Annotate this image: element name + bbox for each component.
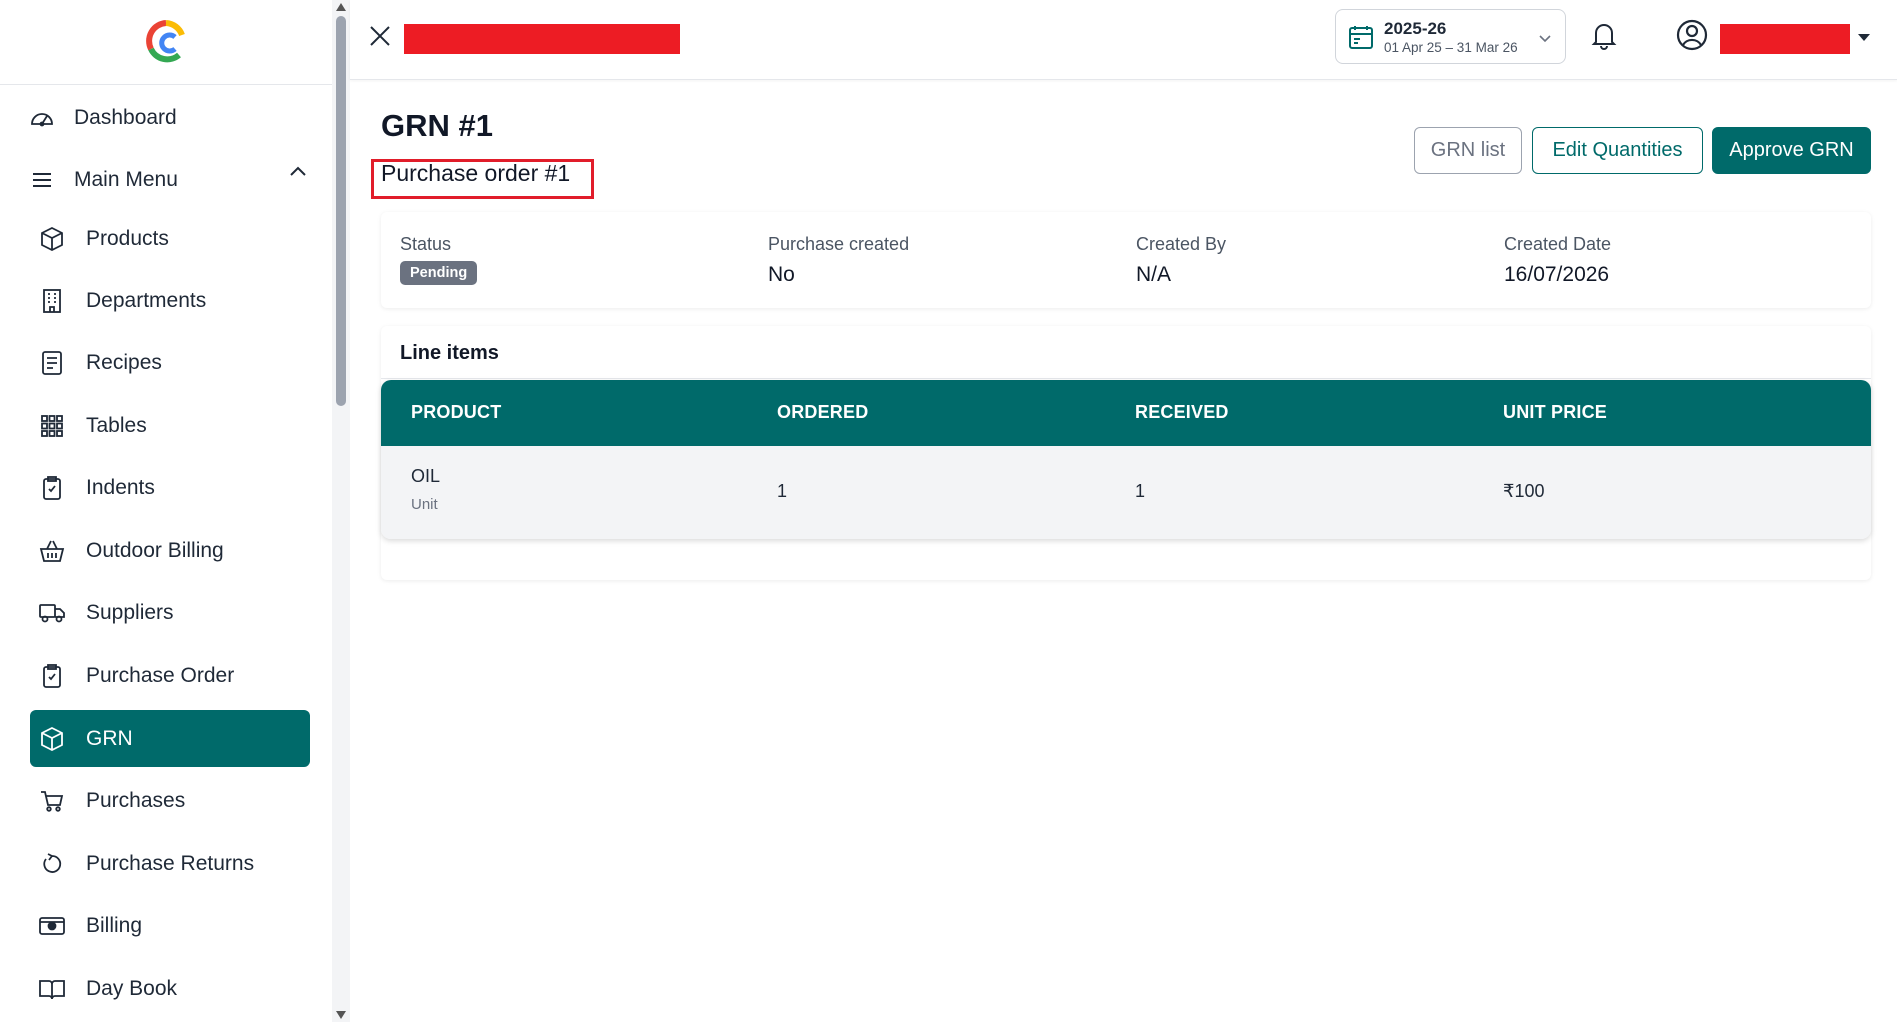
approve-grn-button[interactable]: Approve GRN [1712,127,1871,174]
bell-icon[interactable] [1590,20,1618,50]
sidebar-item-tables[interactable]: Tables [30,397,310,454]
basket-icon [38,537,66,565]
created-by-label: Created By [1136,234,1227,254]
product-unit-cell: Unit [411,496,438,513]
purchase-created-value: No [768,263,795,286]
sidebar-item-label: Main Menu [74,168,178,191]
created-date-field: Created Date 16/07/2026 [1504,234,1611,287]
sidebar-item-label: Suppliers [86,600,174,624]
sidebar-item-label: Products [86,226,169,250]
sidebar-item-label: Purchases [86,788,186,812]
chevron-down-icon [1539,35,1551,43]
status-badge: Pending [400,261,478,285]
sidebar-item-label: Purchase Returns [86,851,255,875]
fiscal-year-range: 01 Apr 25 – 31 Mar 26 [1384,40,1518,55]
created-by-value: N/A [1136,263,1172,286]
purchase-created-label: Purchase created [768,234,910,254]
caret-down-icon[interactable] [1858,34,1870,41]
fiscal-year-selector[interactable]: 2025-26 01 Apr 25 – 31 Mar 26 [1335,9,1566,64]
grn-list-button[interactable]: GRN list [1414,127,1522,174]
sidebar-item-label: Tables [86,413,147,437]
sidebar-item-purchase-order[interactable]: Purchase Order [30,647,310,704]
close-icon[interactable] [368,24,392,48]
column-header-product[interactable]: PRODUCT [411,402,501,423]
scroll-down-arrow-icon[interactable] [336,1011,346,1019]
status-label: Status [400,234,452,254]
sidebar-item-label: GRN [86,726,133,750]
clipboard-check-icon [38,662,66,690]
product-name-cell: OIL [411,466,441,486]
created-by-field: Created By N/A [1136,234,1226,287]
sidebar-item-day-book[interactable]: Day Book [30,960,310,1017]
sidebar-item-label: Dashboard [74,106,177,129]
line-items-table: PRODUCT ORDERED RECEIVED UNIT PRICE OIL … [381,380,1871,539]
sidebar-item-dashboard[interactable]: Dashboard [28,104,177,132]
sidebar-item-label: Outdoor Billing [86,538,224,562]
edit-quantities-button[interactable]: Edit Quantities [1532,127,1703,174]
line-items-card: Line items PRODUCT ORDERED RECEIVED UNIT… [381,326,1871,580]
grid-icon [38,412,66,440]
purchase-order-link[interactable]: Purchase order #1 [381,160,570,187]
box-icon [38,725,66,753]
received-cell: 1 [1135,481,1146,501]
sidebar-item-products[interactable]: Products [30,210,310,267]
sidebar-item-label: Departments [86,288,207,312]
user-avatar-icon[interactable] [1676,19,1708,51]
cart-icon [38,787,66,815]
sidebar-item-suppliers[interactable]: Suppliers [30,584,310,641]
list-document-icon [38,349,66,377]
sidebar-item-outdoor-billing[interactable]: Outdoor Billing [30,522,310,579]
refresh-icon [38,850,66,878]
column-header-received[interactable]: RECEIVED [1135,402,1229,423]
clipboard-icon [38,474,66,502]
redacted-business-name [404,24,680,54]
sidebar-item-grn[interactable]: GRN [30,710,310,767]
purchase-created-field: Purchase created No [768,234,909,287]
hamburger-icon [28,166,56,194]
sidebar-main-menu-toggle[interactable]: Main Menu [28,166,178,194]
logo-area [0,0,332,85]
column-header-unit-price[interactable]: UNIT PRICE [1503,402,1607,423]
page-title: GRN #1 [381,108,493,143]
scroll-up-arrow-icon[interactable] [336,3,346,11]
building-icon [38,287,66,315]
box-icon [38,225,66,253]
scrollbar-thumb[interactable] [336,16,346,406]
column-header-ordered[interactable]: ORDERED [777,402,868,423]
sidebar-scrollbar[interactable] [332,0,350,1022]
calendar-icon [1349,26,1373,49]
speedometer-icon [28,104,56,132]
sidebar-item-label: Purchase Order [86,663,235,687]
app-logo-icon[interactable] [145,19,187,65]
sidebar-item-billing[interactable]: Billing [30,897,310,954]
status-field: Status Pending [400,234,478,285]
table-header: PRODUCT ORDERED RECEIVED UNIT PRICE [381,380,1871,446]
truck-icon [38,599,66,627]
sidebar-item-recipes[interactable]: Recipes [30,334,310,391]
sidebar-item-indents[interactable]: Indents [30,459,310,516]
sidebar-item-label: Day Book [86,976,178,1000]
sidebar-item-label: Recipes [86,350,162,374]
ordered-cell: 1 [777,481,788,501]
table-row[interactable]: OIL Unit 1 1 ₹100 [381,446,1871,539]
fiscal-year-label: 2025-26 [1384,19,1447,38]
sidebar-item-departments[interactable]: Departments [30,272,310,329]
grn-info-card: Status Pending Purchase created No Creat… [381,212,1871,308]
top-header: 2025-26 01 Apr 25 – 31 Mar 26 [350,0,1897,80]
sidebar-item-label: Billing [86,913,143,937]
sidebar-item-label: Indents [86,475,155,499]
sidebar: Dashboard Main Menu Products Departments… [0,0,332,1022]
divider [381,378,1871,379]
redacted-user-name[interactable] [1720,24,1850,54]
unit-price-cell: ₹100 [1503,481,1545,501]
created-date-value: 16/07/2026 [1504,263,1610,286]
sidebar-item-purchase-returns[interactable]: Purchase Returns [30,835,310,892]
created-date-label: Created Date [1504,234,1612,254]
chevron-up-icon[interactable] [286,160,310,184]
sidebar-item-purchases[interactable]: Purchases [30,772,310,829]
line-items-title: Line items [400,342,499,364]
cash-icon [38,912,66,940]
book-icon [38,975,66,1003]
